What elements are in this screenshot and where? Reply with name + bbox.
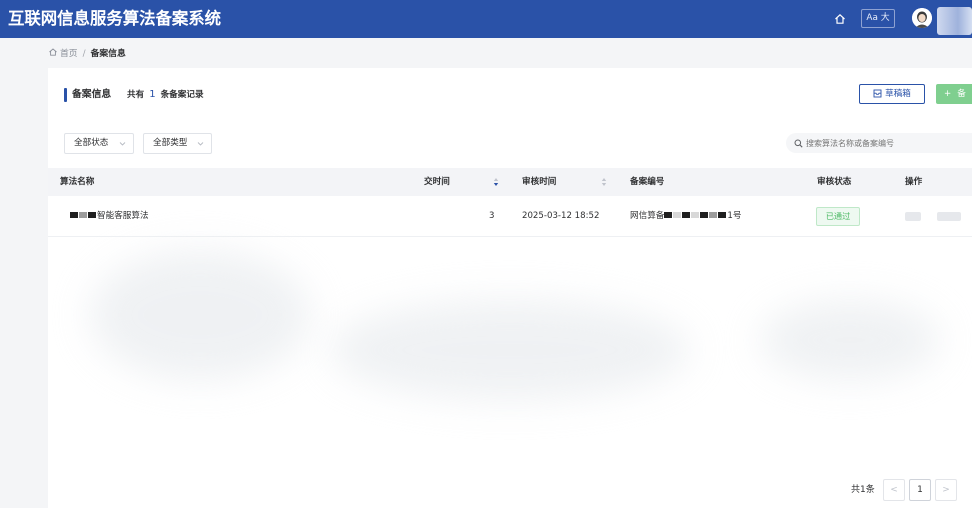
draft-box-label: 草稿箱 (885, 89, 911, 99)
plus-icon: + (944, 89, 952, 99)
column-header-review-time[interactable]: 审核时间 (522, 168, 556, 196)
user-avatar-icon (912, 8, 932, 28)
column-header-submit-time[interactable]: 交时间 (424, 168, 450, 196)
redacted-mark (673, 212, 682, 218)
breadcrumb-separator: / (82, 49, 86, 59)
filing-number-prefix: 网信算备 (630, 211, 665, 221)
breadcrumb-home-link[interactable]: 首页 (60, 49, 78, 59)
more-action-link[interactable] (937, 212, 961, 221)
record-summary: 共有 1 条备案记录 (127, 88, 204, 102)
summary-suffix: 条备案记录 (160, 90, 204, 100)
user-menu[interactable] (937, 7, 972, 35)
type-filter-select[interactable]: 全部类型 (143, 133, 212, 154)
home-icon[interactable] (833, 12, 847, 26)
breadcrumb: 首页 / 备案信息 (48, 47, 126, 61)
column-header-filing-no: 备案编号 (630, 177, 665, 187)
sort-icon[interactable] (601, 177, 607, 187)
redacted-mark (709, 212, 718, 218)
section-title-marker (64, 88, 67, 102)
search-input[interactable] (786, 133, 972, 153)
search-icon (794, 139, 803, 148)
sort-icon[interactable] (493, 177, 499, 187)
redacted-mark (664, 212, 673, 218)
algorithm-name: 智能客服算法 (97, 211, 149, 221)
redacted-mark (70, 212, 78, 218)
pagination-page-1[interactable]: 1 (909, 479, 931, 501)
submit-time-cell: 3 (489, 211, 495, 221)
status-filter-select[interactable]: 全部状态 (64, 133, 134, 154)
blur-overlay (760, 300, 940, 380)
redacted-mark (79, 212, 87, 218)
chevron-down-icon (119, 142, 126, 146)
add-filing-label: 备 (957, 89, 966, 99)
pagination-prev-button[interactable]: < (883, 479, 905, 501)
view-action-link[interactable] (905, 212, 921, 221)
column-header-review-status: 审核状态 (817, 177, 852, 187)
pagination-total: 共1条 (851, 485, 875, 495)
draft-icon (873, 89, 882, 98)
avatar[interactable] (912, 8, 932, 28)
draft-box-button[interactable]: 草稿箱 (859, 84, 925, 104)
redacted-mark (691, 212, 700, 218)
font-size-toggle[interactable]: Aa 大 (861, 9, 895, 28)
record-count: 1 (149, 89, 156, 100)
page-title: 备案信息 (72, 89, 112, 100)
add-filing-button[interactable]: + 备 (936, 84, 972, 104)
type-filter-value: 全部类型 (153, 138, 188, 148)
blur-overlay (90, 250, 310, 380)
filing-number-suffix: 1号 (727, 211, 742, 221)
blur-overlay (330, 300, 690, 400)
column-header-name: 算法名称 (60, 177, 95, 187)
redacted-mark (700, 212, 709, 218)
redacted-mark (88, 212, 96, 218)
redacted-mark (682, 212, 691, 218)
summary-prefix: 共有 (127, 90, 145, 100)
status-badge: 已通过 (816, 207, 860, 226)
pagination-next-button[interactable]: > (935, 479, 957, 501)
filing-number-cell: 网信算备 1号 (630, 196, 741, 237)
breadcrumb-current: 备案信息 (90, 49, 126, 59)
column-header-actions: 操作 (905, 177, 923, 187)
breadcrumb-home-icon (49, 48, 57, 56)
review-time-cell: 2025-03-12 18:52 (522, 211, 600, 221)
status-filter-value: 全部状态 (74, 138, 109, 148)
algorithm-name-cell[interactable]: 智能客服算法 (70, 196, 149, 237)
app-title: 互联网信息服务算法备案系统 (8, 9, 222, 28)
redacted-mark (718, 212, 727, 218)
chevron-down-icon (197, 142, 204, 146)
